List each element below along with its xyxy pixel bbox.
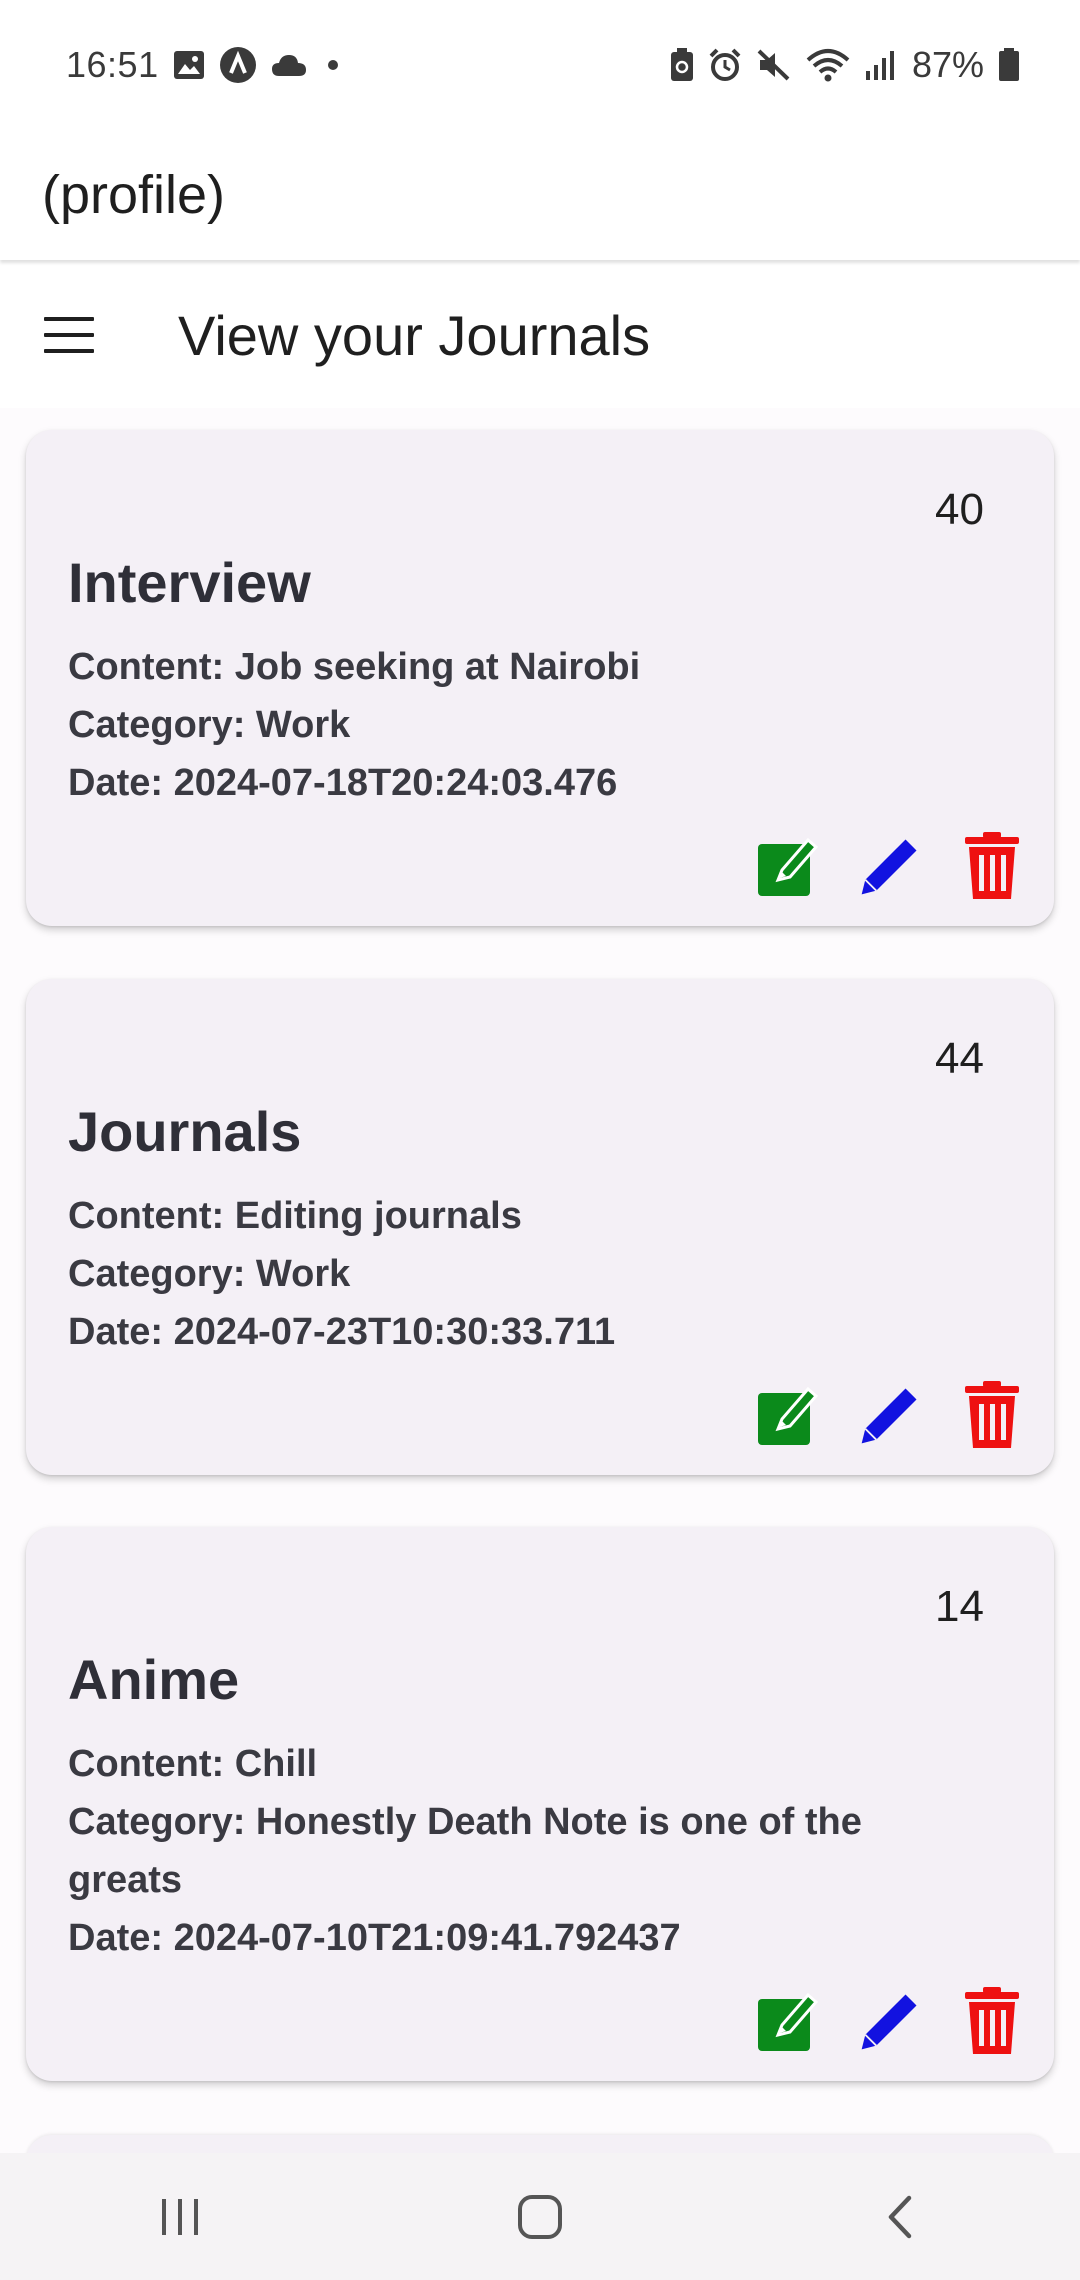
delete-trash-icon[interactable]	[960, 1985, 1024, 2057]
journal-content: Content: Chill	[68, 1743, 318, 1785]
status-right: 87%	[670, 44, 1020, 86]
journal-title: Anime	[68, 1648, 240, 1711]
journal-title: Journals	[68, 1100, 302, 1163]
delete-trash-icon[interactable]	[960, 1379, 1024, 1451]
back-icon[interactable]	[850, 2177, 950, 2257]
delete-trash-icon[interactable]	[960, 830, 1024, 902]
journal-card[interactable]: 40 Interview Content: Job seeking at Nai…	[26, 430, 1054, 926]
journal-date: Date: 2024-07-23T10:30:33.711	[68, 1311, 616, 1353]
navigation-bar	[0, 2153, 1080, 2280]
journal-actions	[756, 1985, 1024, 2057]
journal-actions	[756, 1379, 1024, 1451]
page-header: View your Journals	[0, 262, 1080, 408]
hamburger-menu-icon[interactable]	[44, 317, 94, 353]
status-left: 16:51	[66, 44, 345, 86]
journal-actions	[756, 830, 1024, 902]
app-a-icon	[219, 46, 257, 84]
edit-pencil-icon[interactable]	[858, 830, 922, 902]
image-icon	[173, 50, 205, 80]
journal-details: Content: Job seeking at Nairobi Category…	[68, 638, 968, 812]
edit-pencil-icon[interactable]	[858, 1379, 922, 1451]
journal-content: Content: Editing journals	[68, 1195, 522, 1237]
journal-date: Date: 2024-07-18T20:24:03.476	[68, 762, 618, 804]
home-icon[interactable]	[490, 2177, 590, 2257]
edit-pencil-icon[interactable]	[858, 1985, 922, 2057]
status-time: 16:51	[66, 44, 159, 85]
wifi-icon	[806, 48, 850, 82]
recent-apps-icon[interactable]	[130, 2177, 230, 2257]
journal-number: 14	[935, 1582, 984, 1631]
page-title: View your Journals	[178, 303, 651, 367]
mute-icon	[756, 48, 792, 82]
battery-percentage: 87%	[911, 44, 984, 85]
view-note-icon[interactable]	[756, 1379, 820, 1451]
view-note-icon[interactable]	[756, 1985, 820, 2057]
status-bar: 16:51 87%	[0, 0, 1080, 130]
journal-category: Category: Work	[68, 704, 351, 746]
journal-category: Category: Honestly Death Note is one of …	[68, 1801, 862, 1901]
journal-content: Content: Job seeking at Nairobi	[68, 646, 641, 688]
journal-details: Content: Editing journals Category: Work…	[68, 1187, 968, 1361]
journal-date: Date: 2024-07-10T21:09:41.792437	[68, 1917, 681, 1959]
journal-details: Content: Chill Category: Honestly Death …	[68, 1735, 968, 1967]
app-title: (profile)	[42, 165, 226, 225]
dot-icon	[321, 53, 345, 77]
battery-saver-icon	[670, 48, 694, 82]
journal-list[interactable]: 40 Interview Content: Job seeking at Nai…	[0, 408, 1080, 2153]
journal-category: Category: Work	[68, 1253, 351, 1295]
battery-icon	[998, 48, 1020, 82]
app-bar: (profile)	[0, 130, 1080, 260]
cloud-icon	[271, 52, 307, 78]
journal-number: 40	[935, 485, 984, 534]
journal-title: Interview	[68, 551, 311, 614]
view-note-icon[interactable]	[756, 830, 820, 902]
journal-number: 44	[935, 1034, 984, 1083]
journal-card[interactable]: 44 Journals Content: Editing journals Ca…	[26, 979, 1054, 1475]
alarm-icon	[708, 48, 742, 82]
journal-card[interactable]: 14 Anime Content: Chill Category: Honest…	[26, 1527, 1054, 2081]
signal-icon	[864, 49, 898, 81]
